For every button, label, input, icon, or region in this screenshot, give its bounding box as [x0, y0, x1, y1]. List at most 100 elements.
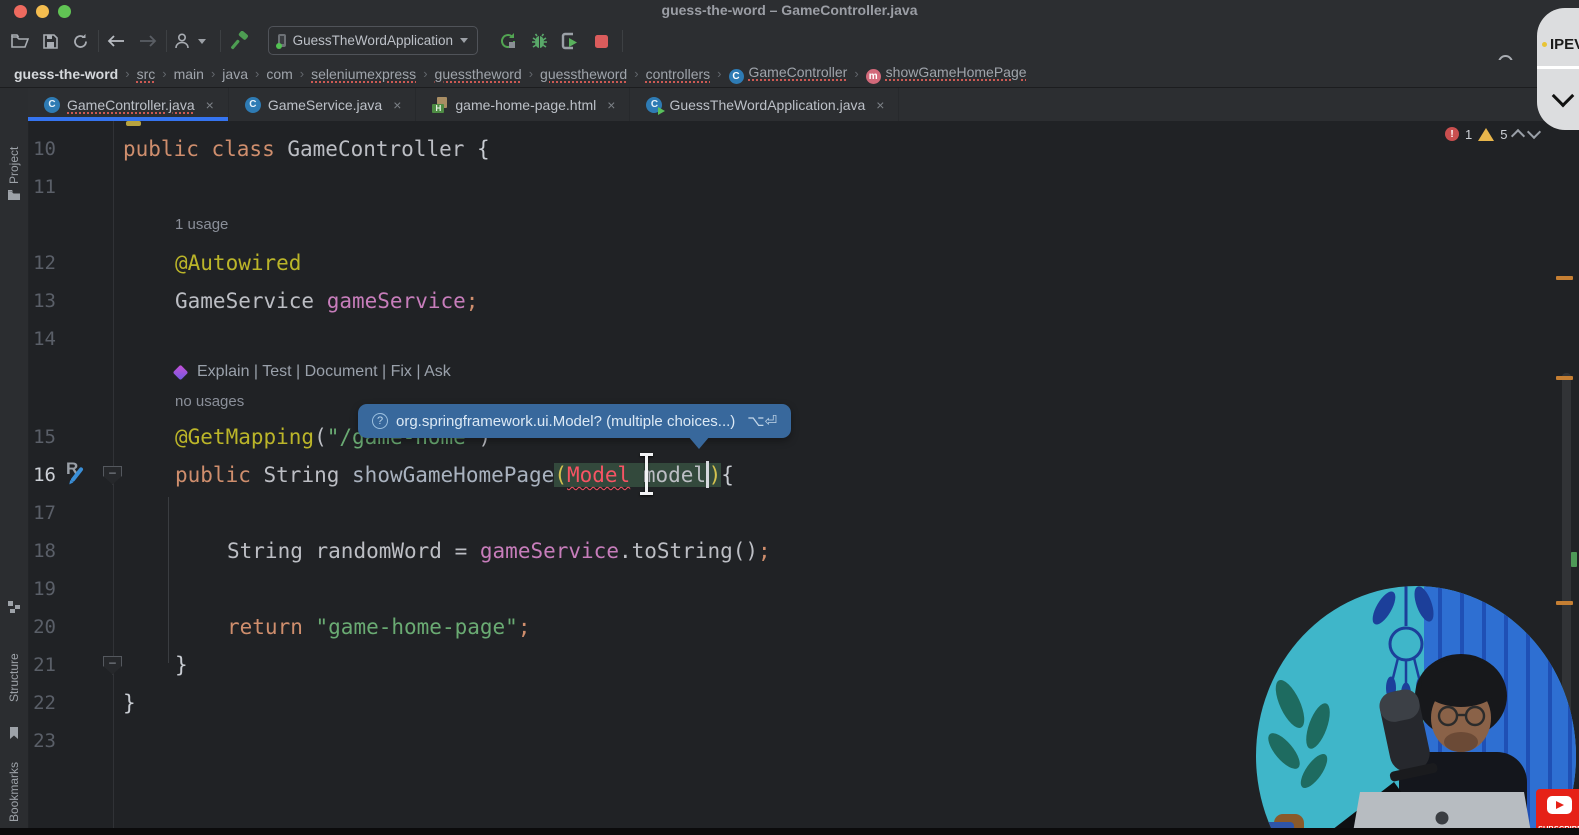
breadcrumb-item-main[interactable]: main [172, 66, 206, 82]
line-number: 13 [18, 282, 56, 320]
ai-actions-inlay[interactable]: Explain | Test | Document | Fix | Ask [0, 358, 1579, 386]
text-cursor-pointer [636, 451, 656, 497]
line-number: 21 [18, 646, 56, 684]
next-problem-icon[interactable] [1527, 125, 1541, 139]
line-number: 23 [18, 722, 56, 760]
breadcrumb-item-guesstheword[interactable]: guesstheword [433, 66, 524, 82]
ide-window: guess-the-word – GameController.java [0, 0, 1579, 835]
inspections-widget[interactable]: ! 1 5 [1445, 126, 1539, 142]
class-icon: C [44, 97, 60, 113]
camera-widget-brand: IPEV [1550, 36, 1579, 53]
chevron-separator-icon: › [854, 66, 858, 81]
close-tab-icon[interactable]: × [206, 97, 214, 113]
tooltip-shortcut: ⌥⏎ [747, 412, 777, 430]
code-line-12[interactable]: 12 @Autowired [0, 244, 1579, 282]
breadcrumb-item-src[interactable]: src [135, 66, 158, 82]
inlay-hint[interactable]: no usages [175, 386, 244, 418]
error-count: 1 [1465, 127, 1472, 142]
chevron-separator-icon: › [529, 66, 533, 81]
run-configuration-select[interactable]: GuessTheWordApplication [268, 26, 478, 55]
coverage-icon[interactable] [558, 29, 582, 53]
rerun-icon[interactable] [496, 29, 520, 53]
ai-action-links[interactable]: Explain | Test | Document | Fix | Ask [175, 358, 451, 386]
camera-widget-overlay[interactable]: IPEV [1537, 8, 1579, 130]
tab-GuessTheWordApplication.java[interactable]: CGuessTheWordApplication.java× [630, 88, 899, 121]
warning-stripe-mark [1556, 376, 1573, 380]
code-line-13[interactable]: 13GameService gameService; [0, 282, 1579, 320]
youtube-play-icon [1547, 796, 1572, 814]
bottom-edge-bar [0, 828, 1579, 835]
line-number: 17 [18, 494, 56, 532]
warning-stripe-mark [1556, 276, 1573, 280]
toolbar-separator [220, 30, 221, 52]
tab-GameController.java[interactable]: CGameController.java× [28, 88, 229, 121]
r-pencil-gutter-icon[interactable]: R [66, 459, 96, 487]
chevron-separator-icon: › [125, 66, 129, 81]
breadcrumb-item-showGameHomePage[interactable]: mshowGameHomePage [864, 64, 1029, 84]
breadcrumb-item-java[interactable]: java [220, 66, 250, 82]
line-number: 14 [18, 320, 56, 358]
inlay-hint[interactable]: 1 usage [175, 206, 228, 244]
previous-problem-icon[interactable] [1511, 129, 1525, 143]
breadcrumb-item-seleniumexpress[interactable]: seleniumexpress [309, 66, 418, 82]
code-line-17[interactable]: 17 [0, 494, 1579, 532]
app-config-icon [278, 34, 286, 47]
intention-tooltip[interactable]: ? org.springframework.ui.Model? (multipl… [358, 404, 791, 438]
tab-label: GameService.java [268, 97, 382, 113]
open-folder-icon[interactable] [8, 29, 32, 53]
warning-triangle-icon [1478, 128, 1494, 141]
tab-game-home-page.html[interactable]: Hgame-home-page.html× [416, 88, 630, 121]
title-bar: guess-the-word – GameController.java [0, 0, 1579, 22]
line-number: 18 [18, 532, 56, 570]
clipped-code-fragment [126, 121, 141, 126]
editor-tab-bar: CGameController.java×CGameService.java×H… [28, 88, 1579, 121]
line-number: 22 [18, 684, 56, 722]
camera-widget-dot [1542, 42, 1547, 47]
code-line-11[interactable]: 11 [0, 168, 1579, 206]
code-text: @Autowired [175, 244, 301, 282]
close-tab-icon[interactable]: × [876, 97, 884, 113]
sync-icon[interactable] [68, 29, 92, 53]
line-number: 12 [18, 244, 56, 282]
code-line-10[interactable]: 10public class GameController { [0, 130, 1579, 168]
close-tab-icon[interactable]: × [393, 97, 401, 113]
run-config-dropdown-arrow[interactable] [460, 38, 468, 43]
breadcrumb-item-GameController[interactable]: CGameController [727, 64, 850, 84]
ai-assistant-icon [173, 364, 189, 380]
code-line-16[interactable]: 16public String showGameHomePage(Model m… [0, 456, 1579, 494]
user-profile-icon[interactable] [172, 29, 208, 53]
chevron-separator-icon: › [634, 66, 638, 81]
warning-stripe-mark [1556, 601, 1573, 605]
run-configuration-label: GuessTheWordApplication [293, 33, 453, 48]
ok-stripe-mark [1571, 552, 1577, 567]
back-icon[interactable] [104, 29, 128, 53]
tab-label: GuessTheWordApplication.java [669, 97, 865, 113]
breadcrumb-item-guess-the-word[interactable]: guess-the-word [12, 66, 120, 82]
code-line-14[interactable]: 14 [0, 320, 1579, 358]
breadcrumb-item-com[interactable]: com [264, 66, 294, 82]
tab-GameService.java[interactable]: CGameService.java× [229, 88, 417, 121]
user-dropdown-arrow[interactable] [198, 39, 206, 44]
line-number: 10 [18, 130, 56, 168]
breadcrumb-item-guesstheword[interactable]: guesstheword [538, 66, 629, 82]
chevron-separator-icon: › [211, 66, 215, 81]
code-line-19[interactable]: 19 [0, 570, 1579, 608]
chevron-down-icon[interactable] [1552, 85, 1575, 108]
code-line-18[interactable]: 18String randomWord = gameService.toStri… [0, 532, 1579, 570]
breadcrumb-item-controllers[interactable]: controllers [644, 66, 713, 82]
class-icon: C [729, 69, 744, 84]
line-number: 11 [18, 168, 56, 206]
breadcrumb: guess-the-word › src › main › java › com › seleniu… [0, 60, 1579, 88]
close-tab-icon[interactable]: × [607, 97, 615, 113]
fold-marker-icon[interactable]: – [103, 466, 122, 485]
stop-icon[interactable] [589, 29, 613, 53]
build-hammer-icon[interactable] [228, 29, 252, 53]
code-text: } [123, 684, 136, 722]
debug-bug-icon[interactable] [527, 29, 551, 53]
usages-inlay[interactable]: 1 usage [0, 206, 1579, 244]
save-icon[interactable] [38, 29, 62, 53]
chevron-separator-icon: › [300, 66, 304, 81]
fold-marker-icon[interactable]: – [103, 656, 122, 675]
indent-guide [168, 497, 169, 663]
forward-icon[interactable] [136, 29, 160, 53]
